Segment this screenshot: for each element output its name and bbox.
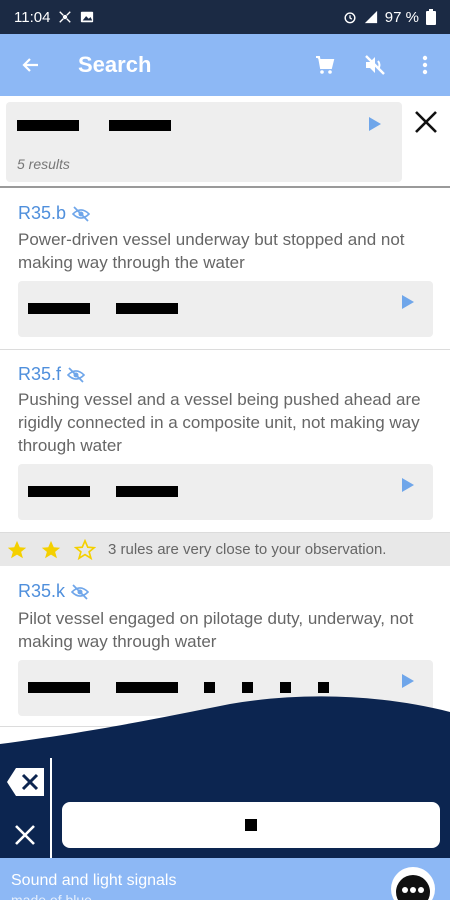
signal-dash xyxy=(109,120,171,131)
play-icon[interactable] xyxy=(401,673,415,689)
volume-off-icon xyxy=(365,55,385,75)
more-vert-icon xyxy=(422,55,428,75)
close-icon xyxy=(15,825,35,845)
signal-dash xyxy=(28,486,90,497)
visibility-off-icon xyxy=(72,205,91,222)
arrow-back-icon xyxy=(22,58,38,72)
rule-id-row: R35.b xyxy=(18,203,91,224)
signal-pattern xyxy=(28,303,178,314)
rule-id-row: R35.k xyxy=(18,581,90,602)
signal-preview[interactable] xyxy=(18,281,433,337)
rule-id: R35.b xyxy=(18,203,67,223)
star-filled-icon xyxy=(41,540,61,558)
star-filled-icon xyxy=(7,540,27,558)
play-icon[interactable] xyxy=(401,294,415,310)
query-signal xyxy=(17,120,171,131)
alarm-icon xyxy=(344,12,356,24)
promo-subtitle: made of blue xyxy=(11,892,92,900)
cart-icon xyxy=(316,56,335,74)
star-outline-icon xyxy=(74,538,96,560)
page-title: Search xyxy=(78,52,152,77)
cart-button[interactable] xyxy=(300,34,350,96)
rule-description: Power-driven vessel underway but stopped… xyxy=(18,230,405,272)
rating-text: 3 rules are very close to your observati… xyxy=(108,541,387,558)
rule-id: R35.f xyxy=(18,364,62,384)
search-signal-field[interactable]: 5 results xyxy=(6,102,402,182)
rule-id-row: R35.f xyxy=(18,364,86,385)
visibility-off-icon xyxy=(67,366,86,383)
signal-dot xyxy=(245,819,257,831)
signal-dash xyxy=(116,486,178,497)
results-count: 5 results xyxy=(17,156,70,172)
status-time: 11:04 xyxy=(14,8,51,26)
close-icon xyxy=(415,111,437,133)
signal-dash xyxy=(28,303,90,314)
app-bar: Search xyxy=(0,34,450,96)
signal-dash xyxy=(17,120,79,131)
morse-keyboard xyxy=(0,744,450,858)
cancel-key[interactable] xyxy=(8,818,42,852)
rule-id: R35.k xyxy=(18,581,66,601)
play-icon[interactable] xyxy=(368,116,382,132)
image-icon xyxy=(81,11,94,23)
drone-icon xyxy=(59,11,72,23)
clear-search-button[interactable] xyxy=(406,102,446,142)
rule-description: Pilot vessel engaged on pilotage duty, u… xyxy=(18,609,414,651)
signal-preview[interactable] xyxy=(18,464,433,520)
battery-percent: 97 % xyxy=(384,8,419,26)
signal-icon xyxy=(364,10,377,24)
wave-decoration xyxy=(0,696,450,750)
visibility-off-icon xyxy=(71,583,90,600)
overflow-menu-button[interactable] xyxy=(400,34,450,96)
mute-button[interactable] xyxy=(350,34,400,96)
signal-dash xyxy=(116,303,178,314)
backspace-icon[interactable] xyxy=(6,766,46,798)
play-icon[interactable] xyxy=(401,477,415,493)
promo-title: Sound and light signals xyxy=(11,872,177,889)
signal-pattern xyxy=(28,486,178,497)
status-bar: 11:04 97 % xyxy=(0,0,450,34)
result-card[interactable]: R35.f Pushing vessel and a vessel being … xyxy=(0,350,450,533)
battery-icon xyxy=(426,9,436,25)
rule-description: Pushing vessel and a vessel being pushed… xyxy=(18,390,421,455)
divider xyxy=(50,758,52,858)
back-button[interactable] xyxy=(0,34,62,96)
rating-strip: 3 rules are very close to your observati… xyxy=(0,533,450,566)
promo-banner[interactable]: Sound and light signals made of blue xyxy=(0,858,450,900)
dot-key[interactable] xyxy=(62,802,440,848)
result-card[interactable]: R35.b Power-driven vessel underway but s… xyxy=(0,188,450,350)
